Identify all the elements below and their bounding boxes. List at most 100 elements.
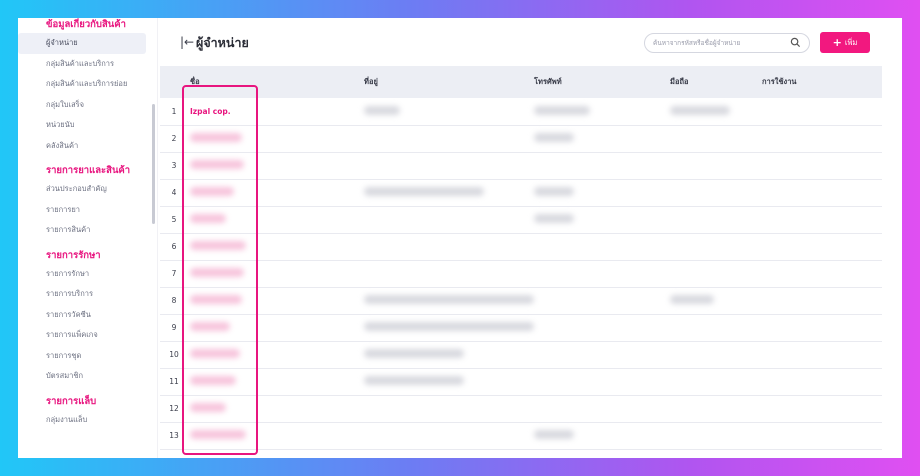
- add-button-label: เพิ่ม: [844, 38, 858, 47]
- supplier-table: ชื่อ ที่อยู่ โทรศัพท์ มือถือ การใช้งาน 1…: [160, 66, 882, 450]
- sidebar-item[interactable]: คลังสินค้า: [18, 136, 146, 157]
- table-row[interactable]: 7: [160, 260, 882, 287]
- sidebar-item[interactable]: บัตรสมาชิก: [18, 366, 146, 387]
- sidebar-item[interactable]: กลุ่มใบเสร็จ: [18, 95, 146, 116]
- supplier-name-cell[interactable]: [188, 341, 364, 368]
- col-phone: โทรศัพท์: [534, 77, 562, 86]
- sidebar-item[interactable]: รายการแพ็คเกจ: [18, 325, 146, 346]
- address-cell: [364, 341, 534, 368]
- mobile-cell: [670, 314, 762, 341]
- mobile-cell: [670, 206, 762, 233]
- usage-cell: [762, 98, 882, 125]
- sidebar-item[interactable]: รายการวัคซีน: [18, 305, 146, 326]
- search-input[interactable]: ค้นหาจากรหัสหรือชื่อผู้จำหน่าย: [644, 33, 810, 53]
- table-row[interactable]: 13: [160, 422, 882, 449]
- collapse-sidebar-icon[interactable]: |←: [180, 35, 194, 49]
- address-cell: [364, 179, 534, 206]
- col-address: ที่อยู่: [364, 77, 378, 86]
- table-row[interactable]: 11: [160, 368, 882, 395]
- table-row[interactable]: 3: [160, 152, 882, 179]
- table-row[interactable]: 5: [160, 206, 882, 233]
- table-row[interactable]: 10: [160, 341, 882, 368]
- redacted-value: [534, 133, 574, 142]
- sidebar-item[interactable]: กลุ่มสินค้าและบริการ: [18, 54, 146, 75]
- mobile-cell: [670, 368, 762, 395]
- redacted-name: [190, 295, 242, 304]
- search-placeholder: ค้นหาจากรหัสหรือชื่อผู้จำหน่าย: [653, 39, 741, 47]
- usage-cell: [762, 233, 882, 260]
- supplier-name-cell[interactable]: [188, 422, 364, 449]
- mobile-cell: [670, 422, 762, 449]
- redacted-value: [670, 105, 730, 115]
- supplier-name-cell[interactable]: [188, 395, 364, 422]
- address-cell: [364, 422, 534, 449]
- phone-cell: [534, 260, 670, 287]
- usage-cell: [762, 206, 882, 233]
- redacted-name: [190, 376, 236, 385]
- table-row[interactable]: 6: [160, 233, 882, 260]
- supplier-name-cell[interactable]: [188, 314, 364, 341]
- mobile-cell: [670, 98, 762, 125]
- redacted-value: [364, 105, 400, 115]
- table-row[interactable]: 1 Izpal cop.: [160, 98, 882, 125]
- table-header-row: ชื่อ ที่อยู่ โทรศัพท์ มือถือ การใช้งาน: [160, 66, 882, 98]
- sidebar-item[interactable]: รายการบริการ: [18, 284, 146, 305]
- search-icon[interactable]: [790, 37, 801, 48]
- address-cell: [364, 260, 534, 287]
- supplier-name-cell[interactable]: [188, 206, 364, 233]
- row-number: 10: [169, 350, 179, 359]
- row-number: 4: [171, 188, 177, 197]
- redacted-value: [534, 187, 574, 196]
- supplier-name-cell[interactable]: [188, 179, 364, 206]
- page-title: ผู้จำหน่าย: [196, 35, 249, 50]
- phone-cell: [534, 341, 670, 368]
- supplier-name-cell[interactable]: [188, 152, 364, 179]
- add-button[interactable]: + เพิ่ม: [820, 32, 870, 53]
- redacted-name: [190, 349, 240, 358]
- redacted-value: [364, 187, 484, 196]
- supplier-name-cell[interactable]: [188, 287, 364, 314]
- redacted-value: [534, 105, 590, 115]
- sidebar-item[interactable]: รายการชุด: [18, 346, 146, 367]
- sidebar-item[interactable]: ผู้จำหน่าย: [18, 33, 146, 54]
- address-cell: [364, 233, 534, 260]
- row-number: 5: [171, 215, 177, 224]
- row-number: 9: [171, 323, 177, 332]
- supplier-name-cell[interactable]: [188, 260, 364, 287]
- table-row[interactable]: 9: [160, 314, 882, 341]
- redacted-name: [190, 187, 234, 196]
- sidebar: ข้อมูลเกี่ยวกับสินค้า ผู้จำหน่าย กลุ่มสินค…: [18, 18, 158, 458]
- sidebar-section-title: รายการรักษา: [46, 249, 101, 261]
- sidebar-item[interactable]: รายการสินค้า: [18, 220, 146, 241]
- col-no: [160, 66, 188, 98]
- supplier-name[interactable]: Izpal cop.: [190, 107, 231, 116]
- sidebar-item[interactable]: ส่วนประกอบสำคัญ: [18, 179, 146, 200]
- table-row[interactable]: 12: [160, 395, 882, 422]
- row-number: 13: [169, 431, 179, 440]
- sidebar-scrollbar[interactable]: [152, 104, 155, 224]
- row-number: 11: [169, 377, 179, 386]
- phone-cell: [534, 287, 670, 314]
- row-number: 12: [169, 404, 179, 413]
- sidebar-item[interactable]: หน่วยนับ: [18, 115, 146, 136]
- usage-cell: [762, 287, 882, 314]
- col-usage: การใช้งาน: [762, 77, 797, 86]
- sidebar-item[interactable]: กลุ่มสินค้าและบริการย่อย: [18, 74, 146, 95]
- usage-cell: [762, 260, 882, 287]
- usage-cell: [762, 179, 882, 206]
- phone-cell: [534, 98, 670, 125]
- row-number: 3: [171, 161, 177, 170]
- usage-cell: [762, 125, 882, 152]
- table-row[interactable]: 2: [160, 125, 882, 152]
- supplier-name-cell[interactable]: [188, 368, 364, 395]
- redacted-name: [190, 241, 246, 250]
- sidebar-item[interactable]: กลุ่มงานแล็บ: [18, 410, 146, 431]
- sidebar-item[interactable]: รายการยา: [18, 200, 146, 221]
- supplier-name-cell[interactable]: [188, 125, 364, 152]
- mobile-cell: [670, 179, 762, 206]
- sidebar-item[interactable]: รายการรักษา: [18, 264, 146, 285]
- supplier-name-cell[interactable]: [188, 233, 364, 260]
- supplier-name-cell[interactable]: Izpal cop.: [188, 98, 364, 125]
- table-row[interactable]: 8: [160, 287, 882, 314]
- table-row[interactable]: 4: [160, 179, 882, 206]
